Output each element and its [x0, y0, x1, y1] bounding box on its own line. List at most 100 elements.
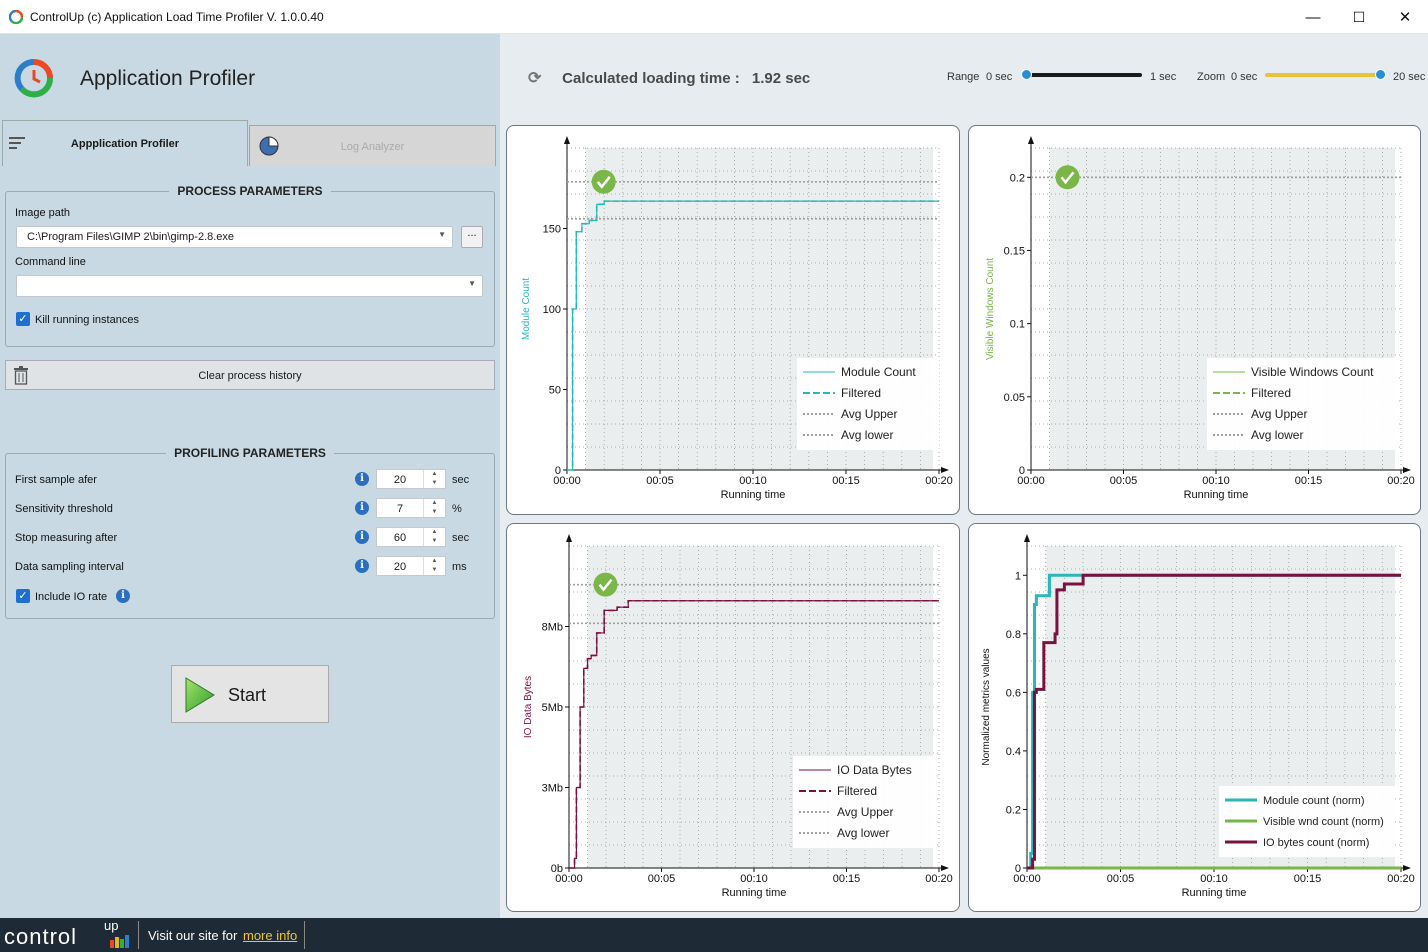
- sampling-interval-spinner[interactable]: 20 ▲ ▼: [376, 556, 446, 576]
- legend-label: Visible wnd count (norm): [1263, 816, 1384, 828]
- range-slider-handle[interactable]: [1021, 69, 1032, 80]
- x-axis-arrow-icon: [1403, 865, 1411, 871]
- stop-measuring-label: Stop measuring after: [15, 532, 118, 544]
- range-label: Range: [947, 71, 980, 83]
- info-icon[interactable]: i: [355, 530, 369, 544]
- info-icon[interactable]: i: [355, 472, 369, 486]
- sampling-interval-label: Data sampling interval: [15, 561, 124, 573]
- info-icon[interactable]: i: [355, 559, 369, 573]
- y-axis-arrow-icon: [1024, 534, 1030, 542]
- y-axis-arrow-icon: [564, 136, 570, 144]
- start-label: Start: [228, 685, 267, 705]
- info-icon[interactable]: i: [355, 501, 369, 515]
- legend-label: Filtered: [837, 784, 877, 798]
- y-tick-label: 1: [1015, 570, 1021, 582]
- divider: [304, 921, 305, 949]
- legend-label: Avg lower: [1251, 428, 1303, 442]
- chevron-down-icon[interactable]: ▼: [468, 279, 476, 288]
- close-button[interactable]: ✕: [1382, 0, 1428, 34]
- normalized-metrics-chart[interactable]: 00:00 00:05 00:10 00:15 00:2000.20.40.60.81R…: [969, 524, 1422, 913]
- y-tick-label: 0.6: [1006, 687, 1021, 699]
- y-tick-label: 0.2: [1010, 172, 1025, 184]
- include-io-label: Include IO rate: [35, 591, 108, 603]
- chevron-down-icon[interactable]: ▼: [438, 230, 446, 239]
- y-tick-label: 0.4: [1006, 746, 1021, 758]
- check-icon: [591, 169, 616, 194]
- x-tick-label: 00:15: [833, 873, 861, 885]
- brand-up: up: [104, 918, 119, 933]
- browse-button[interactable]: ...: [461, 226, 483, 248]
- x-axis-label: Running time: [722, 887, 787, 899]
- visible-windows-chart[interactable]: 00:00 00:05 00:10 00:15 00:2000.050.10.150.2…: [969, 126, 1422, 516]
- legend-label: Filtered: [1251, 386, 1291, 400]
- check-circle: [591, 169, 616, 194]
- y-tick-label: 0b: [551, 863, 563, 875]
- x-tick-label: 00:20: [925, 873, 953, 885]
- y-tick-label: 100: [543, 304, 561, 316]
- range-min: 0 sec: [986, 71, 1013, 83]
- y-tick-label: 0.1: [1010, 319, 1025, 331]
- stop-measuring-spinner[interactable]: 60 ▲ ▼: [376, 527, 446, 547]
- spinner-arrows-icon[interactable]: ▲ ▼: [423, 557, 445, 575]
- y-tick-label: 5Mb: [542, 702, 563, 714]
- legend-label: IO Data Bytes: [837, 763, 912, 777]
- first-sample-label: First sample afer: [15, 474, 97, 486]
- footer-text: Visit our site for: [148, 928, 238, 943]
- x-axis-label: Running time: [721, 489, 786, 501]
- include-io-checkbox[interactable]: ✓: [16, 589, 30, 603]
- x-tick-label: 00:15: [832, 475, 860, 487]
- zoom-min: 0 sec: [1231, 71, 1258, 83]
- zoom-slider-handle[interactable]: [1375, 69, 1386, 80]
- x-tick-label: 00:10: [1202, 475, 1230, 487]
- y-tick-label: 0: [1019, 465, 1025, 477]
- tab-label: Appplication Profiler: [70, 138, 180, 150]
- legend-label: Avg Upper: [841, 407, 897, 421]
- spinner-arrows-icon[interactable]: ▲ ▼: [423, 470, 445, 488]
- y-tick-label: 50: [549, 385, 561, 397]
- spinner-arrows-icon[interactable]: ▲ ▼: [423, 528, 445, 546]
- calc-value: 1.92 sec: [751, 70, 811, 87]
- y-axis-label: Module Count: [521, 278, 532, 340]
- command-line-combo[interactable]: ▼: [16, 275, 483, 297]
- check-circle: [593, 572, 618, 597]
- kill-instances-checkbox[interactable]: ✓: [16, 312, 30, 326]
- tab-log-analyzer[interactable]: Log Analyzer: [249, 125, 496, 166]
- more-info-link[interactable]: more info: [243, 928, 297, 943]
- spinner-arrows-icon[interactable]: ▲ ▼: [423, 499, 445, 517]
- check-icon: [1055, 165, 1080, 190]
- module-count-chart[interactable]: 00:00 00:05 00:10 00:15 00:20050100150Runnin…: [507, 126, 961, 516]
- unit-label: %: [452, 503, 462, 515]
- range-slider-track[interactable]: [1026, 73, 1142, 77]
- first-sample-spinner[interactable]: 20 ▲ ▼: [376, 469, 446, 489]
- x-tick-label: 00:20: [925, 475, 953, 487]
- title-bar: ControlUp (c) Application Load Time Prof…: [0, 0, 1428, 34]
- clear-history-label: Clear process history: [198, 370, 302, 382]
- sensitivity-spinner[interactable]: 7 ▲ ▼: [376, 498, 446, 518]
- io-bytes-chart[interactable]: 00:00 00:05 00:10 00:15 00:200b3Mb5Mb8MbRunn…: [507, 524, 961, 913]
- maximize-button[interactable]: ☐: [1336, 0, 1382, 34]
- brand-name: control: [4, 924, 78, 949]
- start-button[interactable]: Start: [171, 665, 329, 723]
- app-logo-icon: [14, 58, 54, 98]
- legend-label: Module count (norm): [1263, 795, 1365, 807]
- refresh-icon[interactable]: ⟳: [528, 68, 546, 88]
- divider: [138, 921, 139, 949]
- chart-panel-module-count: 00:00 00:05 00:10 00:15 00:20 0 50 100 150 Runnin…: [506, 125, 960, 515]
- x-axis-arrow-icon: [941, 467, 949, 473]
- minimize-button[interactable]: —: [1290, 0, 1336, 34]
- y-tick-label: 0.2: [1006, 804, 1021, 816]
- zoom-slider-track[interactable]: [1265, 73, 1380, 77]
- info-icon[interactable]: i: [116, 589, 130, 603]
- y-tick-label: 0.15: [1004, 245, 1025, 257]
- x-axis-arrow-icon: [1403, 467, 1411, 473]
- chart-panel-normalized: 00:00 00:05 00:10 00:15 00:20 0 0.2 0.4 0.6 0.8 1 R…: [968, 523, 1421, 912]
- x-tick-label: 00:20: [1387, 873, 1415, 885]
- zoom-max: 20 sec: [1393, 71, 1426, 83]
- y-tick-label: 0.05: [1004, 392, 1025, 404]
- legend-label: Avg Upper: [1251, 407, 1307, 421]
- window-title: ControlUp (c) Application Load Time Prof…: [30, 10, 324, 24]
- image-path-combo[interactable]: C:\Program Files\GIMP 2\bin\gimp-2.8.exe…: [16, 226, 453, 248]
- tab-application-profiler[interactable]: Appplication Profiler: [2, 120, 248, 166]
- group-title: PROFILING PARAMETERS: [166, 446, 334, 460]
- clear-history-button[interactable]: Clear process history: [5, 360, 495, 390]
